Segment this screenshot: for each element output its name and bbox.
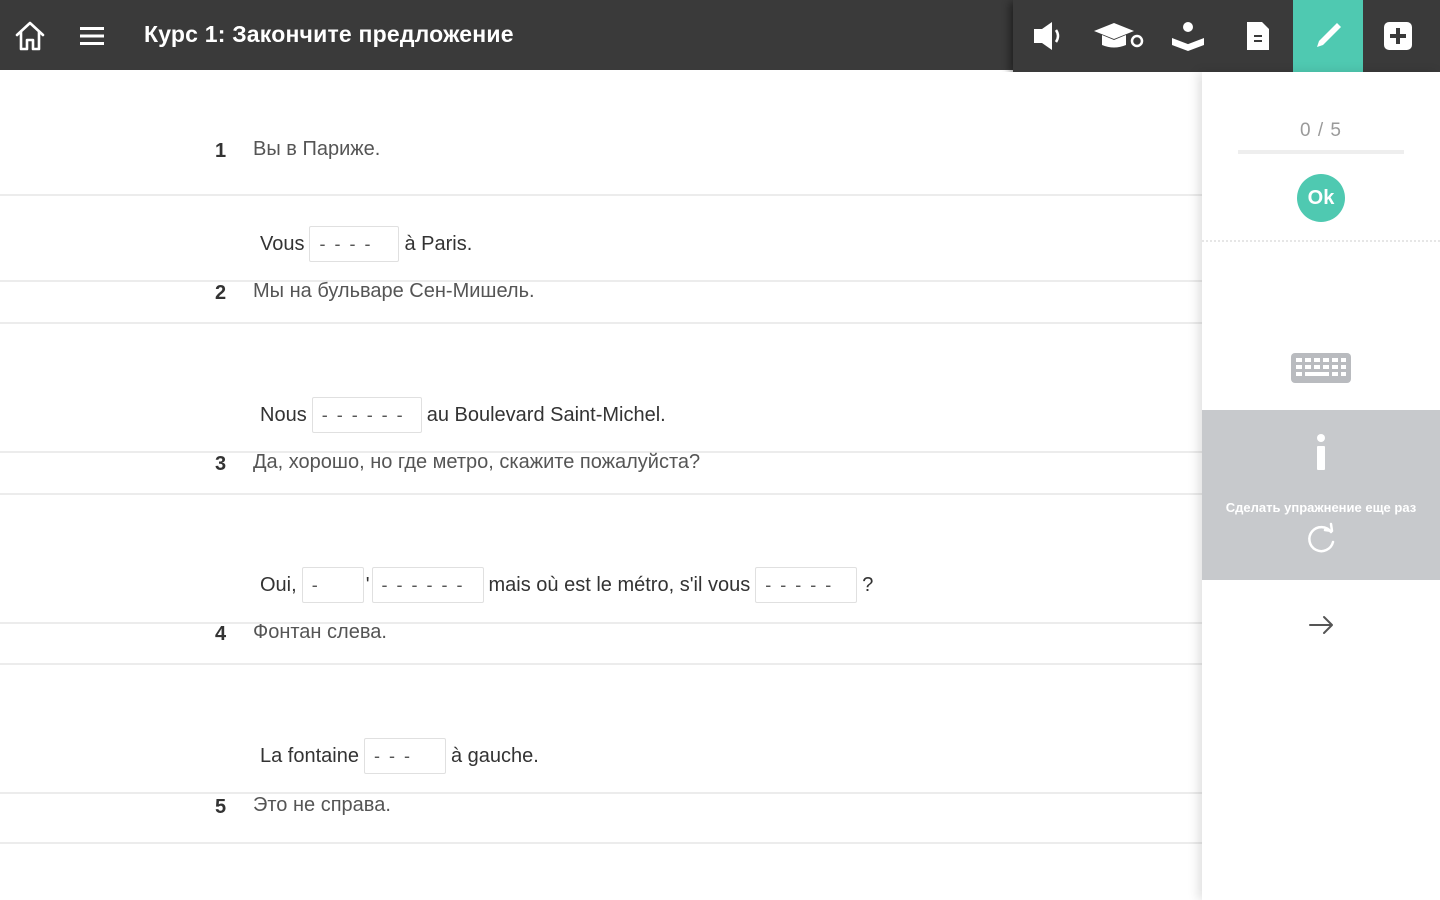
question-number: 2 xyxy=(215,282,227,304)
open-book-icon xyxy=(1171,22,1205,51)
plus-box-icon xyxy=(1384,22,1412,50)
question-number: 4 xyxy=(215,623,227,645)
toolbar xyxy=(1013,0,1440,72)
add-button[interactable] xyxy=(1363,0,1433,72)
score-counter: 0 / 5 xyxy=(1300,120,1342,141)
side-panel: 0 / 5 Ok Сделать упражнение еще раз xyxy=(1202,72,1440,900)
lessons-button[interactable] xyxy=(1083,0,1153,72)
question-prompt: Фонтан слева. xyxy=(253,621,387,643)
question-prompt: Мы на бульваре Сен-Мишель. xyxy=(253,280,535,302)
question-row: 1 Вы в Париже. xyxy=(0,72,1202,196)
info-panel: Сделать упражнение еще раз xyxy=(1202,410,1440,580)
divider xyxy=(1202,240,1440,242)
exercise-area: 1 Вы в Париже. Vous - - - -à Paris. 2 Мы на б… xyxy=(0,72,1202,900)
pencil-icon xyxy=(1317,23,1341,47)
ok-button[interactable]: Ok xyxy=(1297,174,1345,222)
keyboard-icon[interactable] xyxy=(1290,352,1352,384)
question-row: 5 Это не справа. xyxy=(0,754,1202,844)
redo-exercise-label[interactable]: Сделать упражнение еще раз xyxy=(1202,500,1440,515)
arrow-right-icon[interactable] xyxy=(1306,610,1336,640)
audio-button[interactable] xyxy=(1013,0,1083,72)
question-prompt: Это не справа. xyxy=(253,794,391,816)
speaker-icon xyxy=(1034,22,1060,50)
document-icon xyxy=(1247,22,1269,50)
question-prompt: Да, хорошо, но где метро, скажите пожалу… xyxy=(253,451,701,473)
question-number: 1 xyxy=(215,140,227,162)
score-progress-track xyxy=(1238,150,1404,154)
question-number: 5 xyxy=(215,796,227,818)
question-prompt: Вы в Париже. xyxy=(253,138,381,160)
menu-icon[interactable] xyxy=(72,16,112,56)
document-button[interactable] xyxy=(1223,0,1293,72)
question-number: 3 xyxy=(215,453,227,475)
question-row: 2 Мы на бульваре Сен-Мишель. xyxy=(0,242,1202,324)
question-row: 3 Да, хорошо, но где метро, скажите пожал… xyxy=(0,413,1202,495)
home-icon[interactable] xyxy=(10,16,50,56)
info-icon[interactable] xyxy=(1309,432,1333,472)
graduation-cap-icon xyxy=(1094,23,1144,48)
refresh-icon[interactable] xyxy=(1303,522,1339,558)
exercise-button[interactable] xyxy=(1293,0,1363,72)
question-row: 4 Фонтан слева. xyxy=(0,583,1202,665)
book-button[interactable] xyxy=(1153,0,1223,72)
page-title: Курс 1: Закончите предложение xyxy=(144,21,514,47)
